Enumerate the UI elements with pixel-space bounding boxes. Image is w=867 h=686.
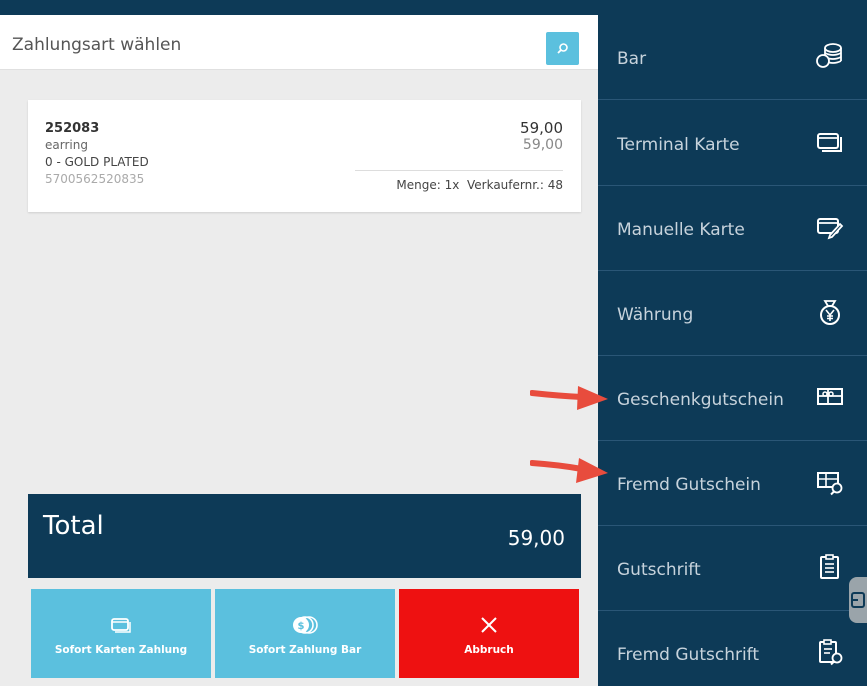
payment-method-label: Bar: [617, 49, 647, 69]
total-label: Total: [43, 511, 104, 541]
action-label: Sofort Karten Zahlung: [54, 644, 188, 656]
payment-method-label: Gutschrift: [617, 560, 701, 580]
gift-voucher-icon: [817, 388, 843, 405]
payment-method-label: Fremd Gutschein: [617, 475, 761, 495]
payment-method-terminal-card[interactable]: Terminal Karte: [598, 101, 867, 186]
payment-method-label: Manuelle Karte: [617, 220, 745, 240]
clipboard-icon: [820, 554, 839, 579]
clipboard-search-icon: [819, 639, 843, 666]
card-edit-icon: [817, 218, 844, 240]
total-value: 59,00: [507, 526, 565, 550]
total-panel: Total 59,00: [28, 494, 581, 578]
payment-method-currency[interactable]: Währung: [598, 271, 867, 356]
item-quantity-seller: Menge: 1x Verkaufernr.: 48: [396, 178, 563, 192]
item-divider: [355, 170, 563, 171]
payment-method-cash[interactable]: Bar: [598, 15, 867, 100]
payment-method-label: Geschenkgutschein: [617, 390, 784, 410]
svg-text:$: $: [298, 621, 305, 632]
item-line-total: 59,00: [522, 137, 563, 153]
payment-method-label: Terminal Karte: [617, 135, 740, 155]
payment-method-label: Währung: [617, 305, 694, 325]
voucher-search-icon: [817, 472, 843, 496]
side-panel-toggle[interactable]: [849, 577, 867, 623]
payment-method-manual-card[interactable]: Manuelle Karte: [598, 186, 867, 271]
annotation-arrow-icon: [530, 458, 608, 483]
search-placeholder: Zahlungsart wählen: [12, 35, 182, 55]
instant-cash-payment-button[interactable]: $ Sofort Zahlung Bar: [215, 589, 395, 678]
cart-item[interactable]: 252083 earring 0 - GOLD PLATED 570056252…: [28, 100, 581, 212]
payment-methods-sidebar: Bar Terminal Karte Manuelle Karte Währun…: [598, 15, 867, 686]
money-bag-yen-icon: [820, 300, 840, 325]
instant-card-payment-button[interactable]: Sofort Karten Zahlung: [31, 589, 211, 678]
annotation-arrow-icon: [530, 386, 608, 410]
payment-method-external-voucher[interactable]: Fremd Gutschein: [598, 441, 867, 526]
item-ean: 5700562520835: [45, 172, 145, 186]
payment-search-bar[interactable]: Zahlungsart wählen: [0, 15, 598, 70]
payment-method-gift-voucher[interactable]: Geschenkgutschein: [598, 356, 867, 441]
item-name: earring: [45, 138, 88, 152]
item-price: 59,00: [520, 119, 563, 137]
collapse-icon: [851, 592, 865, 608]
coins-stack-icon: [816, 43, 842, 68]
item-variant: 0 - GOLD PLATED: [45, 155, 149, 169]
search-icon: [557, 43, 568, 54]
payment-method-external-credit-note[interactable]: Fremd Gutschrift: [598, 611, 867, 686]
top-bar: [0, 0, 867, 15]
action-label: Sofort Zahlung Bar: [248, 644, 362, 656]
card-icon: [111, 618, 131, 633]
cancel-button[interactable]: Abbruch: [399, 589, 579, 678]
close-icon: [481, 617, 497, 633]
coin-icon: $: [293, 616, 318, 634]
payment-method-credit-note[interactable]: Gutschrift: [598, 526, 867, 611]
card-icon: [817, 133, 842, 152]
search-button[interactable]: [546, 32, 579, 65]
item-code: 252083: [45, 121, 100, 136]
action-label: Abbruch: [464, 644, 514, 656]
payment-method-label: Fremd Gutschrift: [617, 645, 760, 665]
